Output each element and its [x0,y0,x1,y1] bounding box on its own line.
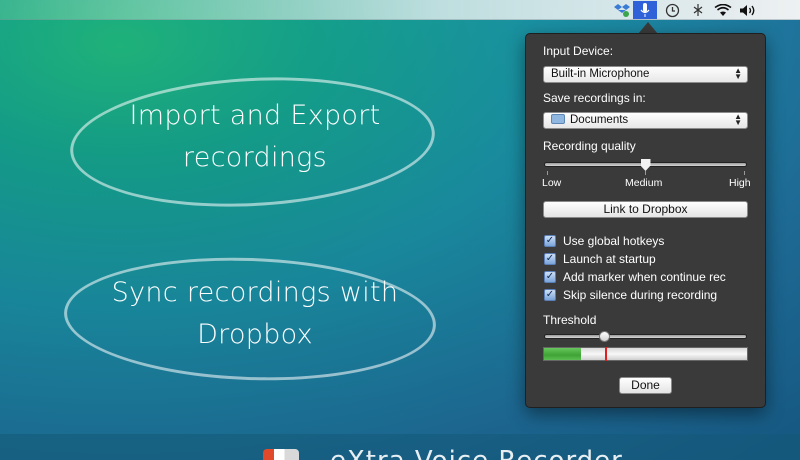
input-device-label: Input Device: [543,44,614,58]
checkbox-row[interactable]: ✓ Launch at startup [544,252,656,266]
bluetooth-icon[interactable] [686,1,710,19]
save-location-select[interactable]: Documents ▲ ▼ [543,112,748,129]
checkbox-row[interactable]: ✓ Add marker when continue rec [544,270,726,284]
checkbox-row[interactable]: ✓ Skip silence during recording [544,288,717,302]
link-dropbox-button[interactable]: Link to Dropbox [543,201,748,218]
time-machine-icon[interactable] [660,1,684,19]
folder-icon [551,114,565,124]
checkbox-label: Use global hotkeys [563,234,665,248]
checkbox-label: Skip silence during recording [563,288,718,302]
quality-medium-label: Medium [625,177,663,189]
quality-label: Recording quality [543,139,636,153]
promo-import-export: Import and Export recordings [129,100,381,173]
promo-sync-dropbox: Sync recordings with Dropbox [111,277,399,350]
input-device-select[interactable]: Built-in Microphone ▲ ▼ [543,66,748,83]
menubar [0,0,800,20]
checkbox[interactable]: ✓ [544,253,556,265]
checkbox[interactable]: ✓ [544,289,556,301]
level-meter [543,347,748,361]
quality-high-label: High [729,177,751,189]
slider-tick [645,171,646,175]
threshold-label: Threshold [543,313,597,327]
volume-icon[interactable] [736,1,760,19]
threshold-marker [604,347,607,361]
app-logo-icon [263,449,299,460]
dropbox-sync-icon[interactable] [610,1,634,19]
checkbox-label: Add marker when continue rec [563,270,726,284]
microphone-icon[interactable] [633,1,657,19]
updown-arrows-icon: ▲ ▼ [734,112,742,127]
app-name-banner: eXtra Voice Recorder [330,446,623,460]
input-device-value: Built-in Microphone [551,68,650,80]
quality-low-label: Low [542,177,562,189]
slider-tick [744,171,745,175]
level-meter-fill [544,348,581,360]
save-location-value: Documents [570,114,629,126]
save-location-label: Save recordings in: [543,91,646,105]
wifi-icon[interactable] [711,1,735,19]
threshold-slider-thumb[interactable] [598,331,610,342]
done-button[interactable]: Done [619,377,672,394]
checkbox[interactable]: ✓ [544,235,556,247]
updown-arrows-icon: ▲ ▼ [734,66,742,81]
checkbox[interactable]: ✓ [544,271,556,283]
checkbox-row[interactable]: ✓ Use global hotkeys [544,234,664,248]
quality-slider-thumb[interactable] [640,159,651,171]
threshold-slider[interactable] [544,334,747,339]
checkbox-label: Launch at startup [563,252,656,266]
slider-tick [547,171,548,175]
settings-popover: Input Device: Built-in Microphone ▲ ▼ Sav… [525,33,766,408]
